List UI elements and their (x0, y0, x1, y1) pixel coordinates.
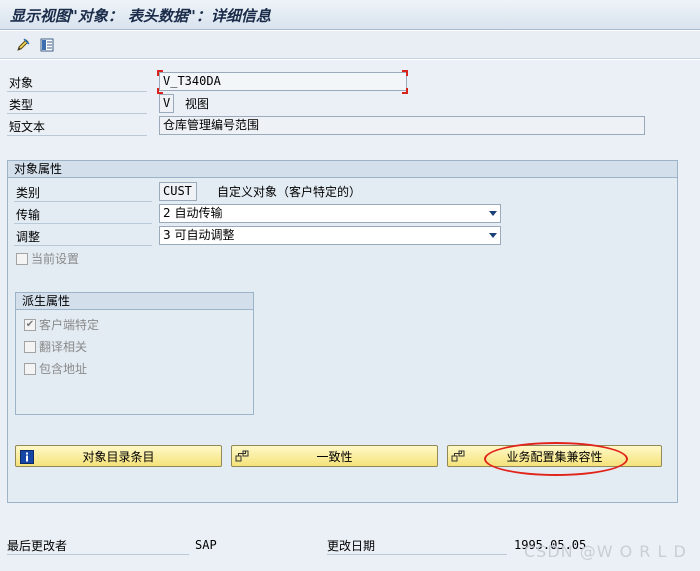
catalog-entry-label: 对象目录条目 (82, 449, 155, 464)
checkbox-box[interactable] (24, 341, 36, 353)
client-specific-label: 客户端特定 (39, 318, 100, 332)
change-date-label: 更改日期 (327, 537, 507, 555)
catalog-entry-button[interactable]: 对象目录条目 (15, 445, 222, 467)
focus-corner (157, 70, 163, 76)
focus-corner (402, 88, 408, 94)
highlight-oval (484, 442, 628, 476)
last-changed-by-label: 最后更改者 (7, 537, 189, 555)
type-description: 视图 (185, 97, 210, 111)
object-attributes-title: 对象属性 (8, 161, 677, 178)
category-label: 类别 (14, 184, 152, 202)
object-label: 对象 (7, 74, 147, 92)
checkbox-box[interactable] (16, 253, 28, 265)
client-specific-checkbox[interactable]: ✔ 客户端特定 (24, 316, 99, 334)
object-field[interactable]: V_T340DA (159, 72, 407, 91)
checkbox-box[interactable] (24, 363, 36, 375)
short-text-field[interactable]: 仓库管理编号范围 (159, 116, 645, 135)
hierarchy-icon (235, 449, 250, 464)
current-settings-label: 当前设置 (31, 252, 80, 266)
type-field[interactable]: V (159, 94, 174, 113)
transport-value: 2 自动传输 (163, 206, 223, 220)
adjust-value: 3 可自动调整 (163, 228, 235, 242)
window-title: 显示视图"对象： 表头数据"：详细信息 (10, 7, 271, 25)
check-icon[interactable]: ✔ (24, 319, 36, 331)
watermark: CSDN @W O R L D (524, 542, 687, 561)
category-description: 自定义对象（客户特定的） (217, 185, 362, 199)
details-icon[interactable] (38, 36, 56, 54)
focus-corner (402, 70, 408, 76)
adjust-dropdown[interactable]: 3 可自动调整 (159, 226, 501, 245)
application-toolbar (0, 31, 700, 59)
adjust-label: 调整 (14, 228, 152, 246)
short-text-label: 短文本 (7, 118, 147, 136)
translation-relevant-checkbox[interactable]: 翻译相关 (24, 338, 87, 356)
consistency-button[interactable]: 一致性 (231, 445, 438, 467)
chevron-down-icon[interactable] (489, 211, 497, 216)
chevron-down-icon[interactable] (489, 233, 497, 238)
derived-attributes-title: 派生属性 (16, 293, 253, 310)
hierarchy-icon (451, 449, 466, 464)
current-settings-checkbox[interactable]: 当前设置 (16, 250, 79, 268)
consistency-label: 一致性 (316, 449, 353, 464)
title-bar: 显示视图"对象： 表头数据"：详细信息 (0, 0, 700, 30)
type-label: 类型 (7, 96, 147, 114)
info-icon (19, 449, 34, 464)
category-field[interactable]: CUST (159, 182, 197, 201)
last-changed-by-value: SAP (195, 538, 217, 552)
transport-label: 传输 (14, 206, 152, 224)
contains-address-checkbox[interactable]: 包含地址 (24, 360, 87, 378)
translation-relevant-label: 翻译相关 (39, 340, 88, 354)
pencil-icon[interactable] (14, 36, 32, 54)
contains-address-label: 包含地址 (39, 362, 88, 376)
transport-dropdown[interactable]: 2 自动传输 (159, 204, 501, 223)
